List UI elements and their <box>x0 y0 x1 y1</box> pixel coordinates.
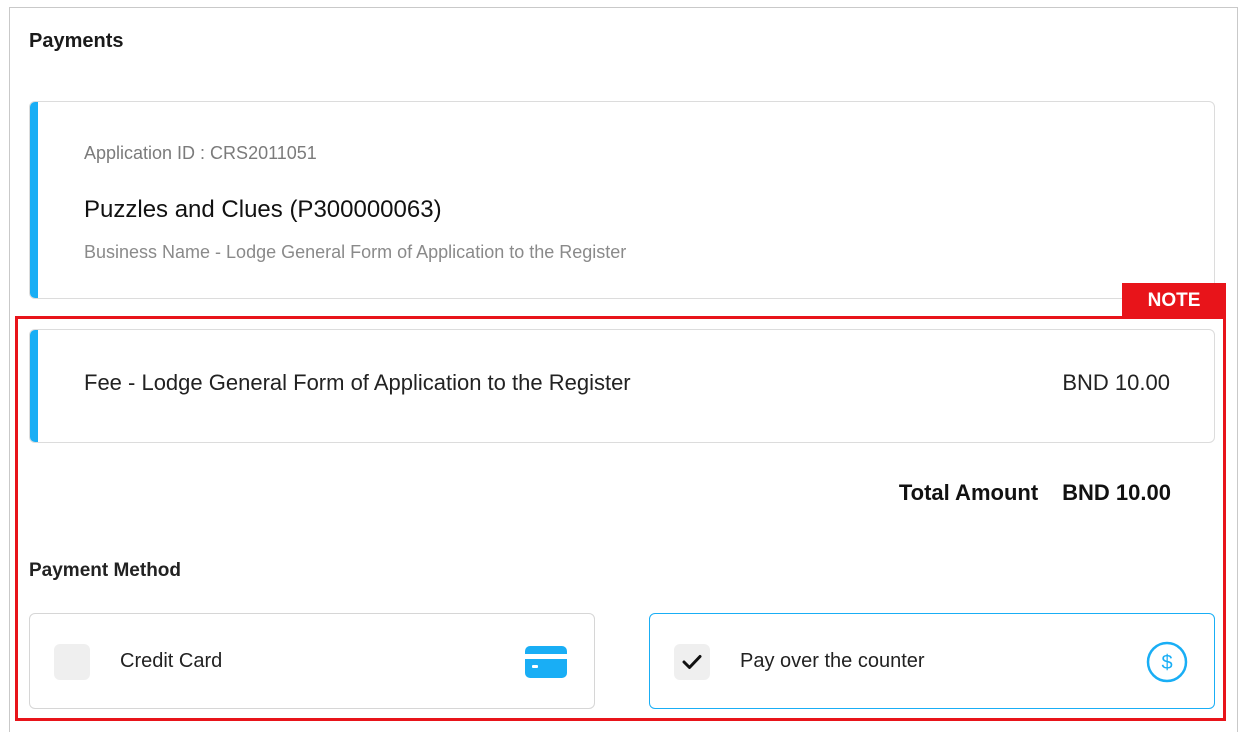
application-description: Business Name - Lodge General Form of Ap… <box>84 242 627 262</box>
payment-option-label: Pay over the counter <box>740 650 925 672</box>
payment-method-title: Payment Method <box>29 560 182 581</box>
application-name: Puzzles and Clues (P300000063) <box>84 196 442 223</box>
application-id: Application ID : CRS2011051 <box>84 143 317 163</box>
credit-card-icon <box>525 646 567 678</box>
checkmark-icon <box>682 655 702 669</box>
total-amount-label: Total Amount <box>898 480 1039 505</box>
total-amount-row: Total Amount BND 10.00 <box>899 480 1171 506</box>
fee-label: Fee - Lodge General Form of Application … <box>84 370 631 395</box>
payment-option-pay-over-counter[interactable]: Pay over the counter $ <box>649 613 1215 709</box>
pay-over-counter-checkbox[interactable] <box>674 644 710 680</box>
payment-option-credit-card[interactable]: Credit Card <box>29 613 595 709</box>
application-card: Application ID : CRS2011051 Puzzles and … <box>29 101 1215 299</box>
svg-text:$: $ <box>1161 652 1172 674</box>
credit-card-checkbox[interactable] <box>54 644 90 680</box>
fee-amount: BND 10.00 <box>1062 370 1170 395</box>
payment-option-label: Credit Card <box>120 650 223 672</box>
card-accent-bar <box>30 330 38 442</box>
page-title: Payments <box>29 30 124 52</box>
card-accent-bar <box>30 102 38 298</box>
total-amount-value: BND 10.00 <box>1062 480 1171 505</box>
dollar-circle-icon: $ <box>1146 641 1188 683</box>
note-tag: NOTE <box>1122 283 1226 319</box>
fee-card: Fee - Lodge General Form of Application … <box>29 329 1215 443</box>
